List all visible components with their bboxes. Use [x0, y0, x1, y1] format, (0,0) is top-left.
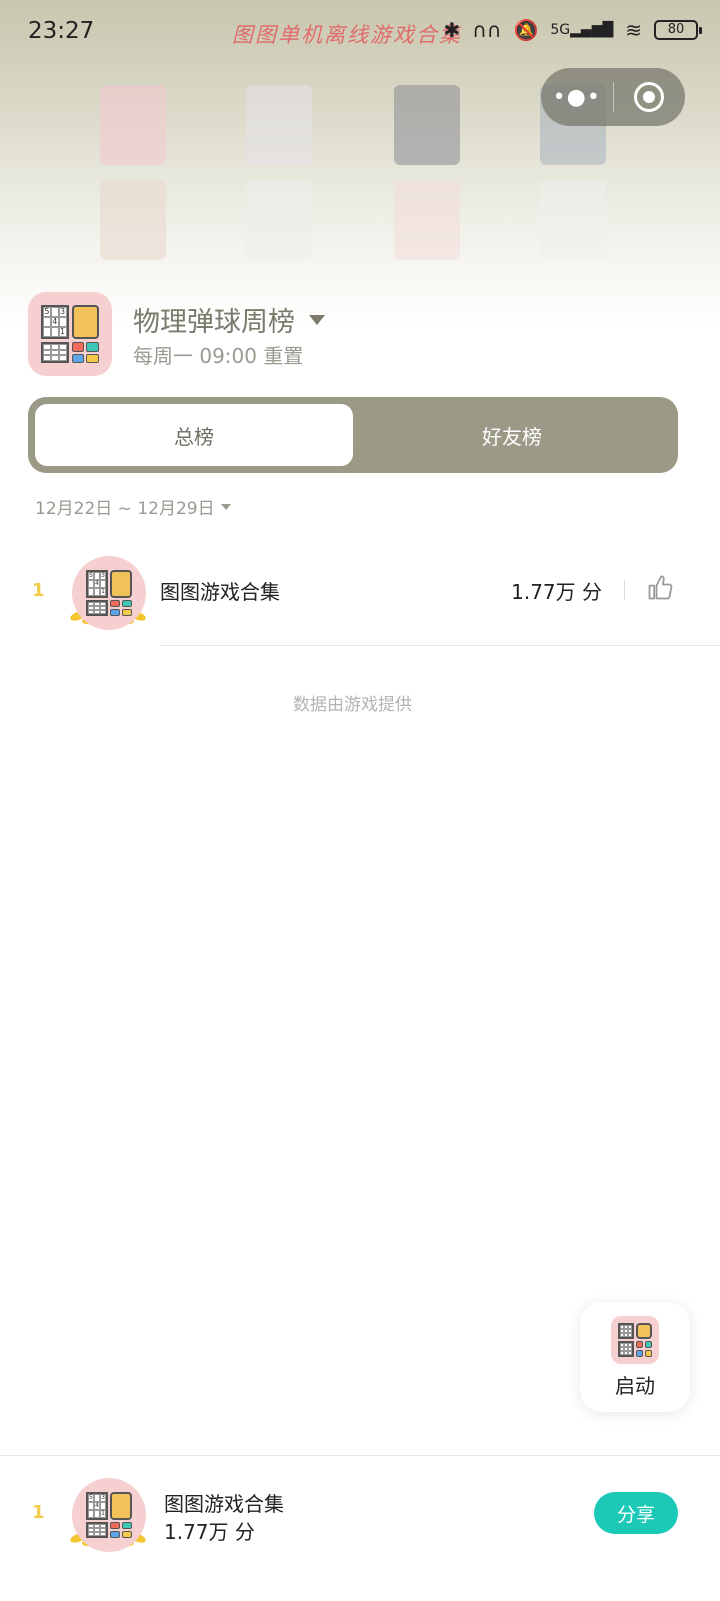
avatar: 5341 — [72, 1478, 146, 1552]
caret-down-icon — [309, 314, 325, 325]
game-logo: 5341 — [28, 292, 112, 376]
wifi-icon: ≋ — [625, 18, 642, 42]
status-bar: 23:27 图图单机离线游戏合集 ✱ ∩∩ 🔕 5G▂▄▆█ ≋ 80 — [0, 0, 720, 64]
tab-overall[interactable]: 总榜 — [35, 404, 353, 466]
tab-friends[interactable]: 好友榜 — [353, 404, 671, 466]
game-logo — [611, 1315, 659, 1364]
clock: 23:27 — [28, 18, 95, 44]
miniprogram-capsule: •●• — [541, 68, 685, 126]
battery-icon: 80 — [654, 20, 702, 40]
watermark-text: 图图单机离线游戏合集 — [232, 23, 462, 47]
launch-button[interactable]: 启动 — [580, 1302, 690, 1412]
thumb-up-icon[interactable] — [646, 574, 674, 602]
row-divider — [160, 645, 720, 646]
leaderboard-title[interactable]: 物理弹球周榜 — [133, 300, 325, 339]
signal-icon: 5G▂▄▆█ — [550, 22, 614, 38]
divider — [624, 580, 625, 600]
thumbnail-5 — [100, 180, 166, 260]
date-range-selector[interactable]: 12月22日 ~ 12月29日 — [35, 494, 231, 519]
date-range-text: 12月22日 ~ 12月29日 — [35, 499, 215, 519]
player-score: 1.77万 分 — [511, 580, 602, 604]
thumbnail-1 — [100, 85, 166, 165]
network-label: 5G — [550, 22, 571, 38]
game-thumbnails — [100, 85, 620, 275]
battery-level: 80 — [667, 22, 685, 37]
leaderboard-title-text: 物理弹球周榜 — [133, 307, 295, 338]
thumbnail-7 — [394, 180, 460, 260]
avatar: 5341 — [72, 556, 146, 630]
more-dots-icon[interactable]: •●• — [541, 85, 613, 110]
thumbnail-2 — [246, 85, 312, 165]
mute-icon: 🔕 — [513, 18, 539, 42]
status-icons: ✱ ∩∩ 🔕 5G▂▄▆█ ≋ 80 — [443, 18, 702, 42]
player-name: 图图游戏合集 — [160, 580, 280, 604]
leaderboard-tabs: 总榜 好友榜 — [28, 397, 678, 473]
reset-schedule: 每周一 09:00 重置 — [133, 344, 304, 368]
launch-label: 启动 — [615, 1373, 655, 1398]
target-close-icon[interactable] — [614, 82, 686, 112]
thumbnail-3 — [394, 85, 460, 165]
rank-number: 1 — [32, 580, 45, 601]
my-name: 图图游戏合集 — [164, 1492, 284, 1516]
share-button[interactable]: 分享 — [594, 1492, 678, 1534]
thumbnail-8 — [540, 180, 606, 260]
rank-number: 1 — [32, 1502, 45, 1523]
data-source-note: 数据由游戏提供 — [293, 695, 412, 715]
my-score: 1.77万 分 — [164, 1520, 255, 1544]
thumbnail-6 — [246, 180, 312, 260]
my-rank-bar: 1 5341 图图游戏合集 1.77万 分 分享 — [0, 1455, 720, 1601]
list-item[interactable]: 1 5341 图图游戏合集 1.77万 分 — [0, 548, 720, 646]
earbuds-icon: ∩∩ — [472, 18, 502, 42]
bluetooth-icon: ✱ — [443, 18, 461, 42]
caret-down-icon — [220, 503, 231, 510]
